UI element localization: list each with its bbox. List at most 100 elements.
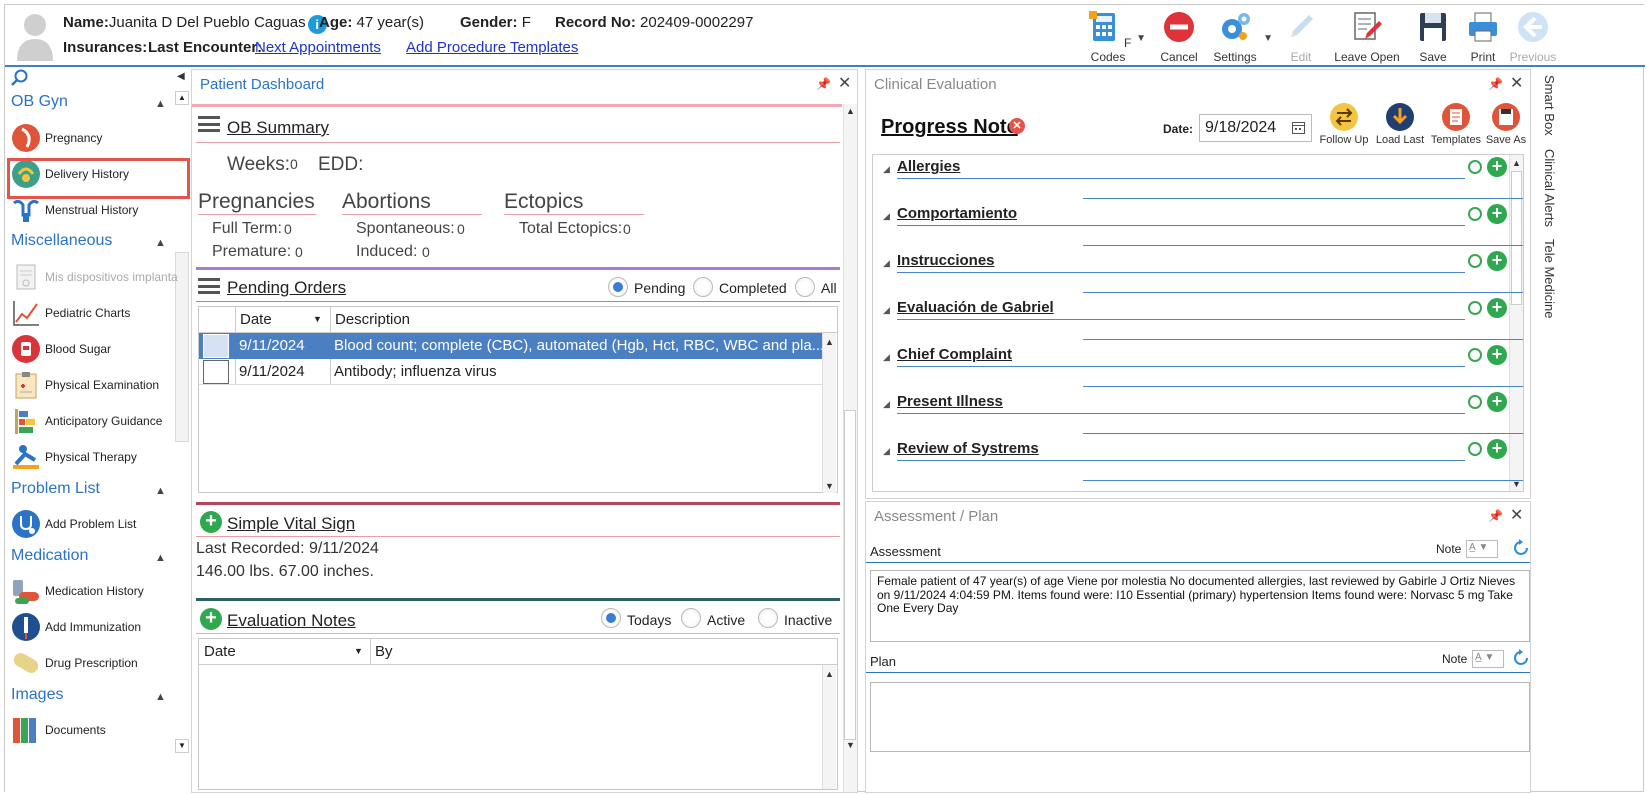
add-vital-icon[interactable]: + xyxy=(200,511,222,533)
scroll-thumb[interactable] xyxy=(844,410,856,740)
sidebar-item-anticipatory-guidance[interactable]: Anticipatory Guidance xyxy=(11,404,183,438)
alarm-clock-icon[interactable] xyxy=(1468,207,1482,221)
sidebar-scroll-down[interactable]: ▼ xyxy=(175,739,189,753)
scroll-down-icon[interactable]: ▼ xyxy=(825,481,834,491)
pin-icon[interactable]: 📌 xyxy=(1488,77,1503,91)
scroll-down-icon[interactable]: ▼ xyxy=(846,740,855,750)
sidebar-item-physical-therapy[interactable]: Physical Therapy xyxy=(11,440,183,474)
radio-all[interactable] xyxy=(795,277,815,297)
section-title[interactable]: Evaluación de Gabriel xyxy=(897,299,1054,316)
section-title[interactable]: Chief Complaint xyxy=(897,346,1012,363)
remove-note-icon[interactable]: ✕ xyxy=(1009,118,1025,134)
sidebar-item-add-immunization[interactable]: Add Immunization xyxy=(11,610,183,644)
collapse-triangle-icon[interactable]: ◢ xyxy=(883,399,890,410)
collapse-triangle-icon[interactable]: ◢ xyxy=(883,352,890,363)
table-row[interactable]: 9/11/2024 Blood count; complete (CBC), a… xyxy=(199,333,824,359)
templates-button[interactable]: Templates xyxy=(1426,102,1486,158)
collapse-triangle-icon[interactable]: ◢ xyxy=(883,258,890,269)
section-ob-gyn[interactable]: OB Gyn xyxy=(11,93,68,111)
pending-orders-title[interactable]: Pending Orders xyxy=(227,278,346,298)
scroll-thumb[interactable] xyxy=(1511,171,1522,305)
leave-open-button[interactable]: Leave Open xyxy=(1333,9,1401,65)
chevron-up-icon[interactable]: ▲ xyxy=(155,237,166,249)
note-font-dropdown[interactable]: A̲ ▼ xyxy=(1472,650,1504,668)
sidebar-item-mis-dispositivos[interactable]: Mis dispositivos implanta xyxy=(11,260,183,294)
load-last-button[interactable]: Load Last xyxy=(1370,102,1430,158)
menu-icon[interactable] xyxy=(198,116,220,132)
close-icon[interactable]: ✕ xyxy=(1510,73,1523,93)
sidebar-item-add-problem-list[interactable]: Add Problem List xyxy=(11,507,183,541)
pin-icon[interactable]: 📌 xyxy=(1488,509,1503,523)
chevron-up-icon[interactable]: ▲ xyxy=(155,98,166,110)
add-section-icon[interactable]: + xyxy=(1487,204,1507,224)
collapse-triangle-icon[interactable]: ◢ xyxy=(883,305,890,316)
alarm-clock-icon[interactable] xyxy=(1468,301,1482,315)
previous-button[interactable]: Previous xyxy=(1503,9,1563,65)
add-section-icon[interactable]: + xyxy=(1487,392,1507,412)
table-scrollbar[interactable] xyxy=(822,665,836,789)
row-checkbox[interactable] xyxy=(203,334,229,358)
section-medication[interactable]: Medication xyxy=(11,547,88,565)
add-section-icon[interactable]: + xyxy=(1487,345,1507,365)
close-icon[interactable]: ✕ xyxy=(1510,505,1523,525)
settings-button[interactable]: Settings ▼ xyxy=(1205,9,1273,65)
col-description[interactable]: Description xyxy=(335,311,410,328)
tab-clinical-alerts[interactable]: Clinical Alerts xyxy=(1542,149,1557,227)
ob-summary-title[interactable]: OB Summary xyxy=(227,118,329,138)
collapse-triangle-icon[interactable]: ◢ xyxy=(883,446,890,457)
add-section-icon[interactable]: + xyxy=(1487,439,1507,459)
tab-tele-medicine[interactable]: Tele Medicine xyxy=(1542,239,1557,319)
scroll-up-icon[interactable]: ▲ xyxy=(1512,158,1521,168)
menu-icon[interactable] xyxy=(198,278,220,294)
row-checkbox[interactable] xyxy=(203,360,229,384)
simple-vital-sign-title[interactable]: Simple Vital Sign xyxy=(227,514,355,534)
follow-up-button[interactable]: Follow Up xyxy=(1314,102,1374,158)
add-note-icon[interactable]: + xyxy=(200,608,222,630)
col-date[interactable]: Date xyxy=(240,311,272,328)
evaluation-notes-title[interactable]: Evaluation Notes xyxy=(227,611,356,631)
pin-icon[interactable]: 📌 xyxy=(816,77,831,91)
save-as-button[interactable]: Save As xyxy=(1478,102,1534,158)
calendar-icon[interactable] xyxy=(1292,121,1305,134)
sidebar-item-pregnancy[interactable]: Pregnancy xyxy=(11,121,183,155)
close-icon[interactable]: ✕ xyxy=(838,73,851,93)
chevron-up-icon[interactable]: ▲ xyxy=(155,552,166,564)
sidebar-item-pediatric-charts[interactable]: Pediatric Charts xyxy=(11,296,183,330)
date-field[interactable]: 9/18/2024 xyxy=(1199,114,1312,142)
add-section-icon[interactable]: + xyxy=(1487,298,1507,318)
note-font-dropdown[interactable]: A̲ ▼ xyxy=(1466,540,1498,558)
radio-pending[interactable] xyxy=(608,277,628,297)
alarm-clock-icon[interactable] xyxy=(1468,348,1482,362)
radio-todays[interactable] xyxy=(601,608,621,628)
refresh-icon[interactable] xyxy=(1511,648,1531,668)
chevron-up-icon[interactable]: ▲ xyxy=(155,691,166,703)
cancel-button[interactable]: Cancel xyxy=(1149,9,1209,65)
sort-down-icon[interactable]: ▼ xyxy=(354,646,363,656)
fcodes-dropdown-icon[interactable]: ▼ xyxy=(1136,33,1146,44)
col-date[interactable]: Date xyxy=(204,643,236,660)
sidebar-item-medication-history[interactable]: Medication History xyxy=(11,574,183,608)
sidebar-scroll-up[interactable]: ▲ xyxy=(175,91,189,105)
collapse-triangle-icon[interactable]: ◢ xyxy=(883,164,890,175)
col-by[interactable]: By xyxy=(375,643,393,660)
section-title[interactable]: Allergies xyxy=(897,158,960,175)
chevron-up-icon[interactable]: ▲ xyxy=(155,485,166,497)
radio-inactive[interactable] xyxy=(758,608,778,628)
edit-button[interactable]: Edit xyxy=(1271,9,1331,65)
sidebar-item-physical-examination[interactable]: Physical Examination xyxy=(11,368,183,402)
radio-active[interactable] xyxy=(681,608,701,628)
section-title[interactable]: Instrucciones xyxy=(897,252,995,269)
section-problem-list[interactable]: Problem List xyxy=(11,480,100,498)
sidebar-item-drug-prescription[interactable]: Drug Prescription xyxy=(11,646,183,680)
sidebar-item-blood-sugar[interactable]: Blood Sugar xyxy=(11,332,183,366)
table-scrollbar[interactable] xyxy=(822,333,836,493)
next-appointments-link[interactable]: Next Appointments xyxy=(255,39,381,56)
sidebar-item-documents[interactable]: Documents xyxy=(11,713,183,747)
section-miscellaneous[interactable]: Miscellaneous xyxy=(11,232,112,250)
fcodes-button[interactable]: F Codes ▼ xyxy=(1078,9,1146,65)
plan-textarea[interactable] xyxy=(870,682,1530,752)
section-images[interactable]: Images xyxy=(11,686,63,704)
radio-completed[interactable] xyxy=(693,277,713,297)
collapse-triangle-icon[interactable]: ◢ xyxy=(883,211,890,222)
refresh-icon[interactable] xyxy=(1511,538,1531,558)
